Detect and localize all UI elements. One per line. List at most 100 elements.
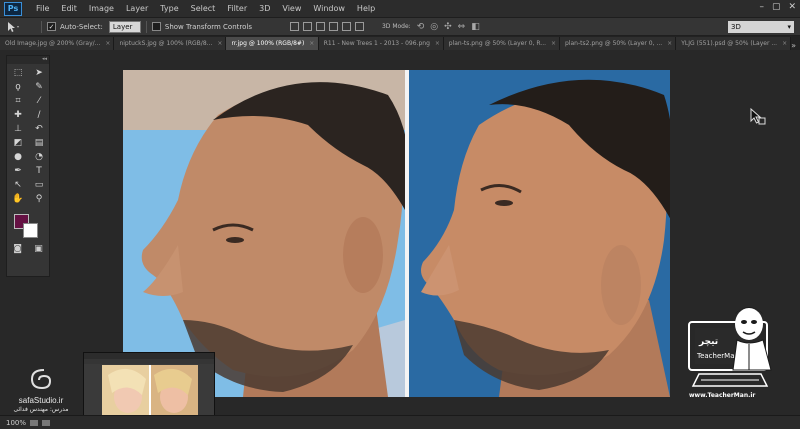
before-photo — [123, 70, 405, 397]
zoom-level[interactable]: 100% — [6, 419, 26, 427]
3d-slide-icon[interactable]: ⇔ — [458, 22, 466, 32]
tab-niptuck[interactable]: niptuckS.jpg @ 100% (RGB/8... × — [114, 37, 227, 50]
brush-icon[interactable]: ∕ — [29, 108, 49, 122]
menu-help[interactable]: Help — [351, 4, 381, 13]
screen-mode-icon[interactable]: ▣ — [34, 244, 43, 254]
close-icon[interactable]: × — [551, 40, 556, 47]
menu-edit[interactable]: Edit — [55, 4, 83, 13]
shape-icon[interactable]: ▭ — [29, 178, 49, 192]
auto-select-value: Layer — [112, 22, 133, 31]
3d-roll-icon[interactable]: ◎ — [430, 22, 438, 32]
dodge-icon[interactable]: ◔ — [29, 150, 49, 164]
menu-layer[interactable]: Layer — [120, 4, 154, 13]
pen-icon[interactable]: ✒ — [8, 164, 28, 178]
3d-rotate-icon[interactable]: ⟲ — [417, 22, 425, 32]
path-select-icon[interactable]: ↖ — [8, 178, 28, 192]
move-icon[interactable]: ➤ — [29, 66, 49, 80]
3d-mode-icons: ⟲ ◎ ✣ ⇔ ◧ — [417, 22, 480, 32]
maximize-button[interactable]: ▢ — [772, 2, 781, 12]
close-icon[interactable]: × — [217, 40, 222, 47]
menu-select[interactable]: Select — [185, 4, 222, 13]
healing-icon[interactable]: ✚ — [8, 108, 28, 122]
3d-mode-label: 3D Mode: — [381, 23, 411, 30]
tab-label: niptuckS.jpg @ 100% (RGB/8... — [119, 40, 213, 47]
workspace-value: 3D — [731, 23, 741, 31]
tab-plan-ts2[interactable]: plan-ts2.png @ 50% (Layer 0, ... × — [560, 37, 677, 50]
tab-yljg[interactable]: YLJG (551).psd @ 50% (Layer ... × — [676, 37, 792, 50]
close-icon[interactable]: × — [105, 40, 110, 47]
crop-icon[interactable]: ⌗ — [8, 94, 28, 108]
hand-icon[interactable]: ✋ — [8, 192, 28, 206]
document-tabs: Old Image.jpg @ 200% (Gray/... × niptuckS… — [0, 36, 800, 50]
menu-file[interactable]: File — [30, 4, 55, 13]
marquee-icon[interactable]: ⬚ — [8, 66, 28, 80]
eyedropper-icon[interactable]: ⁄ — [29, 94, 49, 108]
thumbnail-canvas — [102, 365, 198, 415]
tool-preset-picker[interactable] — [6, 21, 36, 33]
align-vcenter-icon[interactable] — [302, 22, 312, 31]
3d-drag-icon[interactable]: ✣ — [444, 22, 452, 32]
close-icon[interactable]: × — [667, 40, 672, 47]
transform-controls-label: Show Transform Controls — [164, 22, 252, 31]
menu-3d[interactable]: 3D — [253, 4, 276, 13]
photoshop-window: Ps File Edit Image Layer Type Select Fil… — [0, 0, 800, 429]
auto-select-dropdown[interactable]: Layer — [108, 20, 141, 33]
type-icon[interactable]: T — [29, 164, 49, 178]
safa-studio-branding: safaStudio.ir مدرس: مهندس فدائی — [0, 368, 82, 418]
align-right-icon[interactable] — [354, 22, 364, 31]
color-swatches — [7, 212, 49, 242]
quick-select-icon[interactable]: ✎ — [29, 80, 49, 94]
background-color-swatch[interactable] — [23, 223, 38, 238]
zoom-icon[interactable]: ⚲ — [29, 192, 49, 206]
tab-rr-active[interactable]: rr.jpg @ 100% (RGB/8#) × — [226, 37, 319, 50]
menu-image[interactable]: Image — [83, 4, 120, 13]
close-icon[interactable]: × — [309, 40, 314, 47]
transform-controls-checkbox[interactable] — [151, 22, 161, 31]
3d-scale-icon[interactable]: ◧ — [471, 22, 480, 32]
menu-view[interactable]: View — [276, 4, 307, 13]
doc-info-icon[interactable] — [30, 419, 39, 426]
options-bar: ✓ Auto-Select: Layer Show Transform Cont… — [0, 18, 800, 36]
blur-icon[interactable]: ● — [8, 150, 28, 164]
tab-label: plan-ts2.png @ 50% (Layer 0, ... — [565, 40, 663, 47]
after-portrait-image — [409, 70, 670, 397]
safa-site-text: safaStudio.ir — [18, 396, 64, 405]
tab-r11[interactable]: R11 - New Trees 1 - 2013 - 096.png × — [318, 37, 444, 50]
workspace-dropdown[interactable]: 3D ▾ — [728, 21, 794, 33]
svg-text:ﺗﯿﭽﺮ: ﺗﯿﭽﺮ — [698, 337, 718, 347]
preview-thumbnail[interactable] — [83, 352, 215, 420]
minimize-button[interactable]: – — [759, 2, 764, 12]
tool-grid: ⬚ ➤ ϙ ✎ ⌗ ⁄ ✚ ∕ ⊥ ↶ ◩ ▤ ● ◔ ✒ T ↖ ▭ ✋ ⚲ — [7, 64, 49, 208]
chevron-down-icon: ▾ — [787, 23, 791, 31]
thumbnail-image — [102, 365, 198, 415]
menu-window[interactable]: Window — [307, 4, 351, 13]
stamp-icon[interactable]: ⊥ — [8, 122, 28, 136]
menu-type[interactable]: Type — [154, 4, 184, 13]
align-left-icon[interactable] — [328, 22, 338, 31]
tab-plan-ts[interactable]: plan-ts.png @ 50% (Layer 0, R... × — [443, 37, 561, 50]
menu-filter[interactable]: Filter — [221, 4, 253, 13]
quick-mask-icon[interactable]: ◙ — [13, 244, 22, 254]
history-brush-icon[interactable]: ↶ — [29, 122, 49, 136]
gradient-icon[interactable]: ▤ — [29, 136, 49, 150]
close-icon[interactable]: × — [435, 40, 440, 47]
status-bar: 100% — [0, 415, 800, 429]
window-controls: – ▢ ✕ — [759, 2, 796, 12]
close-icon[interactable]: × — [782, 40, 787, 47]
close-button[interactable]: ✕ — [788, 2, 796, 12]
lasso-icon[interactable]: ϙ — [8, 80, 28, 94]
doc-arrow-icon[interactable] — [42, 419, 51, 426]
more-tabs-button[interactable]: » — [791, 41, 800, 50]
auto-select-checkbox[interactable]: ✓ — [47, 22, 56, 31]
document-canvas[interactable] — [123, 70, 670, 397]
align-hcenter-icon[interactable] — [341, 22, 351, 31]
tools-panel: ◂◂ ⬚ ➤ ϙ ✎ ⌗ ⁄ ✚ ∕ ⊥ ↶ ◩ ▤ ● ◔ ✒ T ↖ ▭ ✋… — [6, 55, 50, 277]
tab-old-image[interactable]: Old Image.jpg @ 200% (Gray/... × — [0, 37, 115, 50]
collapse-toolbox-button[interactable]: ◂◂ — [7, 56, 49, 64]
after-photo — [409, 70, 670, 397]
move-tool-icon — [8, 21, 19, 32]
eraser-icon[interactable]: ◩ — [8, 136, 28, 150]
tab-label: R11 - New Trees 1 - 2013 - 096.png — [323, 40, 430, 47]
align-bottom-icon[interactable] — [315, 22, 325, 31]
align-top-icon[interactable] — [289, 22, 299, 31]
